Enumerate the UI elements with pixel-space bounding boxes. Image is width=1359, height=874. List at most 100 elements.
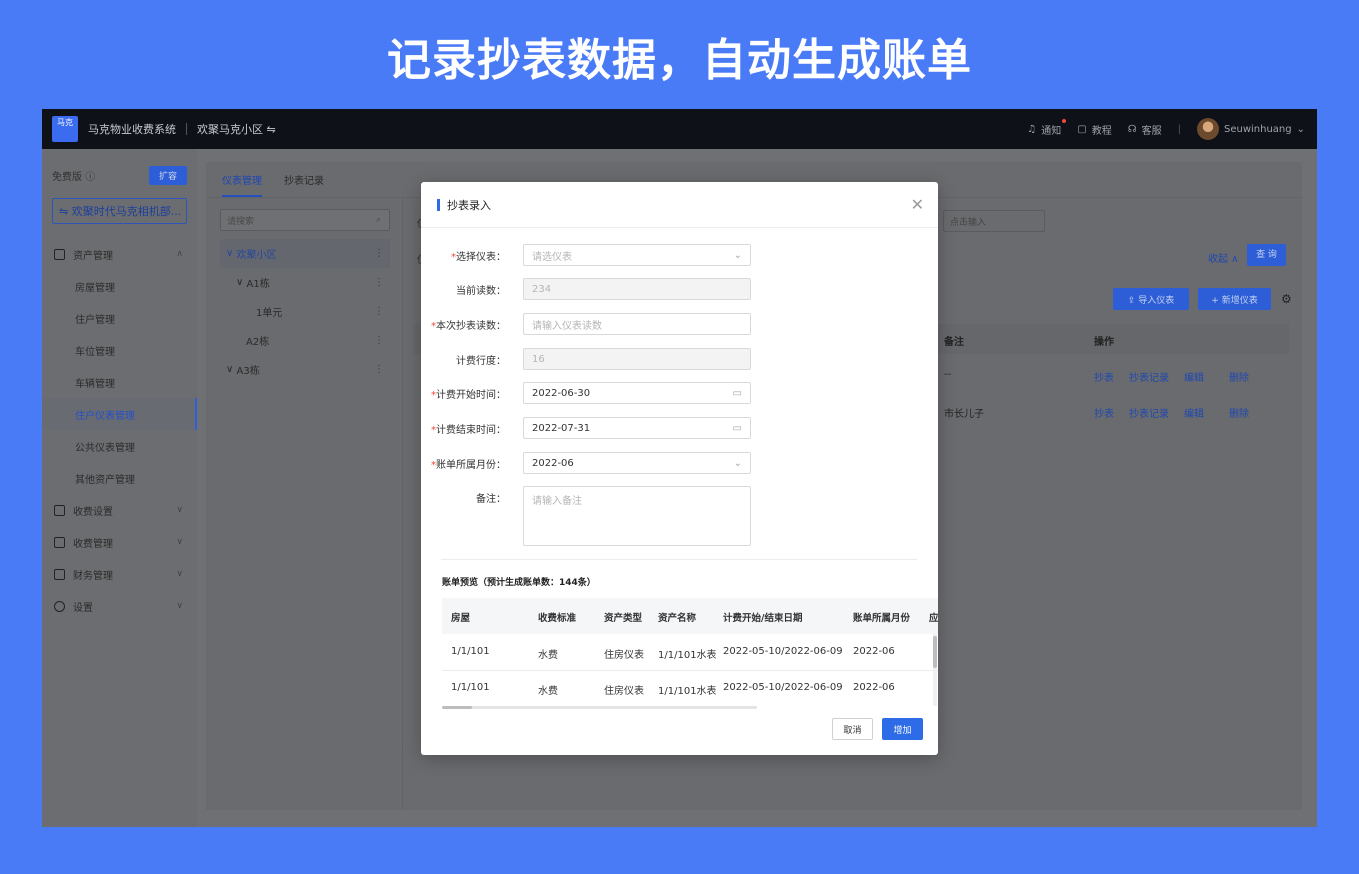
- scroll-thumb[interactable]: [933, 636, 937, 668]
- more-icon[interactable]: ⋮: [374, 364, 384, 375]
- menu-item-vehicle[interactable]: 车辆管理: [42, 366, 197, 398]
- menu-settings[interactable]: 设置 ∨: [42, 590, 197, 622]
- community-switch[interactable]: 欢聚马克小区 ⇋: [197, 121, 276, 137]
- edit-link[interactable]: 编辑: [1184, 405, 1204, 420]
- chevron-down-icon: ∨: [236, 277, 247, 288]
- row-remark: 市长儿子: [944, 409, 984, 420]
- start-date-picker[interactable]: 2022-06-30 ▭: [523, 382, 751, 404]
- menu-item-public-meter[interactable]: 公共仪表管理: [42, 430, 197, 462]
- tree-node-a1[interactable]: ∨ A1栋 ⋮: [220, 268, 390, 297]
- menu-asset-management[interactable]: 资产管理 ∧: [42, 238, 197, 270]
- form-row-usage: 计费行度： 16: [421, 348, 938, 370]
- table-cell: 2022-05-10/2022-06-09: [723, 682, 843, 693]
- more-icon[interactable]: ⋮: [374, 248, 384, 259]
- tutorial-button[interactable]: ▢ 教程: [1077, 122, 1111, 137]
- tree-search-input[interactable]: 请搜索 ⌕: [220, 209, 390, 231]
- column-header: 收费标准: [538, 613, 577, 624]
- cancel-button[interactable]: 取消: [832, 718, 873, 740]
- column-header: 房屋: [451, 613, 471, 624]
- tree-node-a3[interactable]: ∨ A3栋 ⋮: [220, 355, 390, 384]
- table-cell: 住房仪表: [604, 650, 644, 661]
- sidebar: 免费版 ⓘ 扩容 ⇋ 欢聚时代马克相机部... 资产管理 ∧ 房屋管理 住户管理…: [42, 149, 197, 827]
- reading-record-link[interactable]: 抄表记录: [1129, 369, 1169, 384]
- more-icon[interactable]: ⋮: [374, 277, 384, 288]
- tree-node-label: A3栋: [236, 366, 260, 377]
- field-label: 计费行度：: [456, 355, 506, 367]
- add-meter-button[interactable]: + 新增仪表: [1198, 288, 1271, 310]
- field-label: *计费开始时间：: [431, 389, 506, 401]
- end-date-picker[interactable]: 2022-07-31 ▭: [523, 417, 751, 439]
- menu-item-resident[interactable]: 住户管理: [42, 302, 197, 334]
- start-date-value: 2022-06-30: [532, 387, 591, 399]
- tree-node-label: A2栋: [246, 337, 270, 348]
- tree-node-label: A1栋: [246, 279, 270, 290]
- column-header: 资产名称: [658, 613, 697, 624]
- more-icon[interactable]: ⋮: [374, 306, 384, 317]
- import-meter-button[interactable]: ⇪ 导入仪表: [1113, 288, 1189, 310]
- divider: |: [1177, 123, 1181, 135]
- bill-month-select[interactable]: 2022-06 ⌄: [523, 452, 751, 474]
- avatar: [1196, 118, 1219, 140]
- column-header-remark: 备注: [944, 337, 964, 348]
- tree-search-placeholder: 请搜索: [227, 216, 255, 227]
- menu-fee-settings[interactable]: 收费设置 ∨: [42, 494, 197, 526]
- menu-group-label: 收费管理: [73, 538, 113, 550]
- read-meter-link[interactable]: 抄表: [1094, 405, 1114, 420]
- read-meter-link[interactable]: 抄表: [1094, 369, 1114, 384]
- menu-item-house[interactable]: 房屋管理: [42, 270, 197, 302]
- tutorial-label: 教程: [1091, 125, 1112, 137]
- column-header: 资产类型: [604, 613, 643, 624]
- current-reading-field: 234: [523, 278, 751, 300]
- calendar-icon: ▭: [732, 422, 742, 434]
- divider: [186, 123, 187, 135]
- database-icon: [54, 568, 65, 580]
- tree-node-unit1[interactable]: 1单元 ⋮: [220, 297, 390, 326]
- query-button[interactable]: 查 询: [1247, 244, 1286, 266]
- vertical-scrollbar[interactable]: [933, 634, 937, 706]
- table-cell: 2022-05-10/2022-06-09: [723, 646, 843, 657]
- menu-item-parking[interactable]: 车位管理: [42, 334, 197, 366]
- expand-button[interactable]: 扩容: [148, 166, 187, 185]
- community-selector[interactable]: ⇋ 欢聚时代马克相机部...: [52, 198, 187, 224]
- menu-item-resident-meter[interactable]: 住户仪表管理: [42, 398, 197, 430]
- bell-icon: ♫: [1027, 123, 1037, 135]
- meter-select-placeholder: 请选仪表: [532, 251, 572, 263]
- delete-link[interactable]: 删除: [1229, 405, 1249, 420]
- form-row-current: 当前读数： 234: [421, 278, 938, 300]
- meter-select[interactable]: 请选仪表 ⌄: [523, 244, 751, 266]
- notify-button[interactable]: ♫ 通知: [1027, 118, 1067, 137]
- user-menu[interactable]: Seuwinhuang ⌄: [1196, 118, 1305, 140]
- horizontal-scrollbar[interactable]: [442, 706, 757, 709]
- remark-textarea[interactable]: 请输入备注: [523, 486, 751, 546]
- page-headline: 记录抄表数据，自动生成账单: [387, 35, 972, 86]
- chevron-down-icon: ⌄: [1296, 123, 1305, 135]
- scroll-thumb[interactable]: [442, 706, 472, 709]
- bill-preview-table[interactable]: 房屋 收费标准 资产类型 资产名称 计费开始/结束日期 账单所属月份 应 1/1…: [442, 598, 938, 708]
- field-label: *账单所属月份：: [431, 459, 506, 471]
- reading-record-link[interactable]: 抄表记录: [1129, 405, 1169, 420]
- menu-fee-management[interactable]: 收费管理 ∨: [42, 526, 197, 558]
- tree-node-a2[interactable]: A2栋 ⋮: [220, 326, 390, 355]
- reading-input[interactable]: 请输入仪表读数: [523, 313, 751, 335]
- close-icon[interactable]: ✕: [911, 195, 924, 214]
- tree-node-label: 欢聚小区: [236, 250, 277, 261]
- collapse-button[interactable]: 收起 ∧: [1208, 250, 1239, 265]
- headset-icon: ☊: [1127, 123, 1137, 135]
- menu-finance[interactable]: 财务管理 ∨: [42, 558, 197, 590]
- tab-meter-management[interactable]: 仪表管理: [222, 172, 262, 197]
- tab-reading-records[interactable]: 抄表记录: [284, 172, 324, 187]
- delete-link[interactable]: 删除: [1229, 369, 1249, 384]
- help-icon[interactable]: ⓘ: [85, 172, 95, 183]
- gear-icon[interactable]: ⚙: [1281, 292, 1292, 306]
- calendar-icon: ▭: [732, 387, 742, 399]
- filter-input[interactable]: 点击输入: [943, 210, 1045, 232]
- menu-item-other-asset[interactable]: 其他资产管理: [42, 462, 197, 494]
- add-button[interactable]: 增加: [882, 718, 923, 740]
- tree-node-root[interactable]: ∨ 欢聚小区 ⋮: [220, 239, 390, 268]
- service-button[interactable]: ☊ 客服: [1128, 122, 1162, 137]
- dialog-title: 抄表录入: [447, 198, 491, 212]
- edit-link[interactable]: 编辑: [1184, 369, 1204, 384]
- service-label: 客服: [1141, 125, 1162, 137]
- chevron-down-icon: ⌄: [733, 457, 742, 469]
- more-icon[interactable]: ⋮: [374, 335, 384, 346]
